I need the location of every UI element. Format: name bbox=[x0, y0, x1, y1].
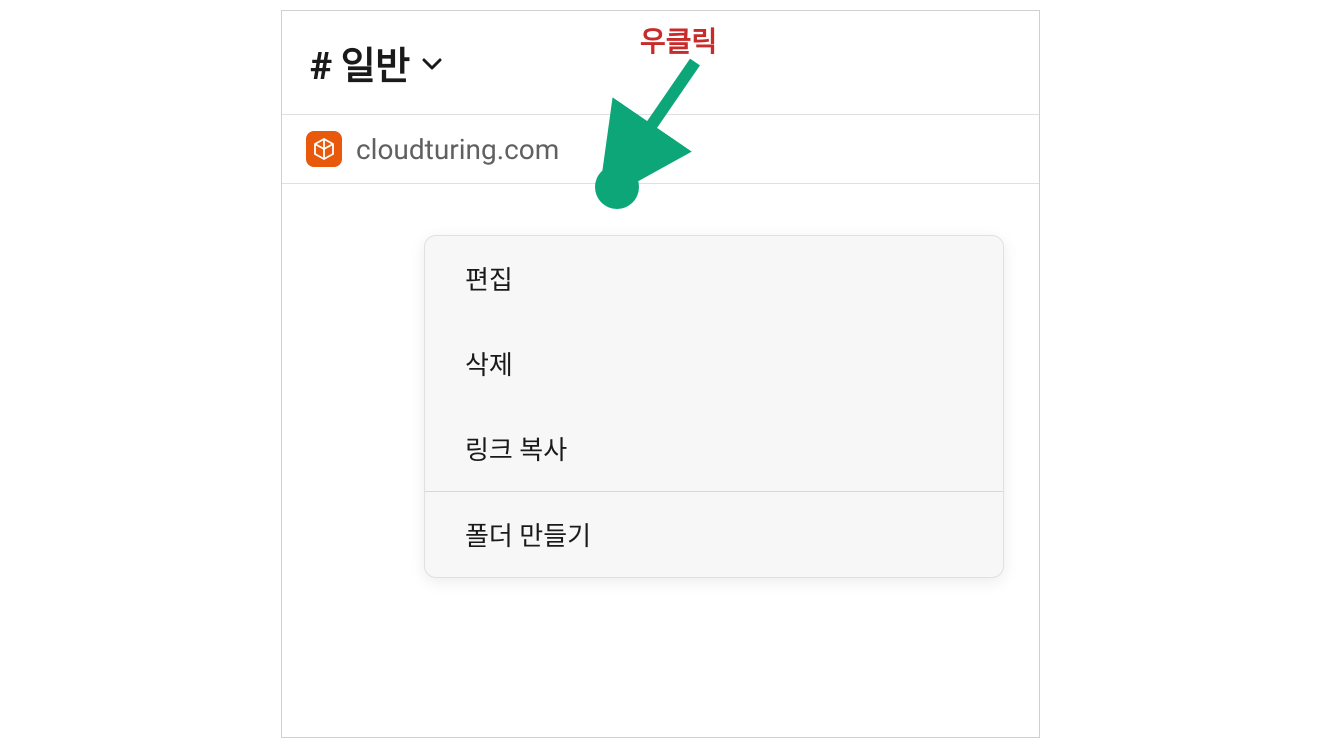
annotation-target-dot bbox=[595, 165, 639, 209]
menu-item-delete[interactable]: 삭제 bbox=[425, 321, 1003, 406]
bookmark-link[interactable]: cloudturing.com bbox=[356, 133, 559, 166]
menu-item-copy-link[interactable]: 링크 복사 bbox=[425, 406, 1003, 491]
menu-item-create-folder[interactable]: 폴더 만들기 bbox=[425, 492, 1003, 577]
annotation-label: 우클릭 bbox=[640, 20, 717, 60]
channel-name: 일반 bbox=[341, 45, 410, 89]
chevron-down-icon bbox=[422, 56, 442, 75]
channel-title: # 일반 bbox=[310, 35, 410, 90]
add-bookmark-button[interactable]: + bbox=[605, 134, 622, 164]
menu-item-edit[interactable]: 편집 bbox=[425, 236, 1003, 321]
bookmark-bar: cloudturing.com + bbox=[282, 114, 1039, 184]
bookmark-site-icon bbox=[306, 131, 342, 167]
context-menu: 편집 삭제 링크 복사 폴더 만들기 bbox=[424, 235, 1004, 578]
channel-prefix: # bbox=[310, 45, 332, 89]
